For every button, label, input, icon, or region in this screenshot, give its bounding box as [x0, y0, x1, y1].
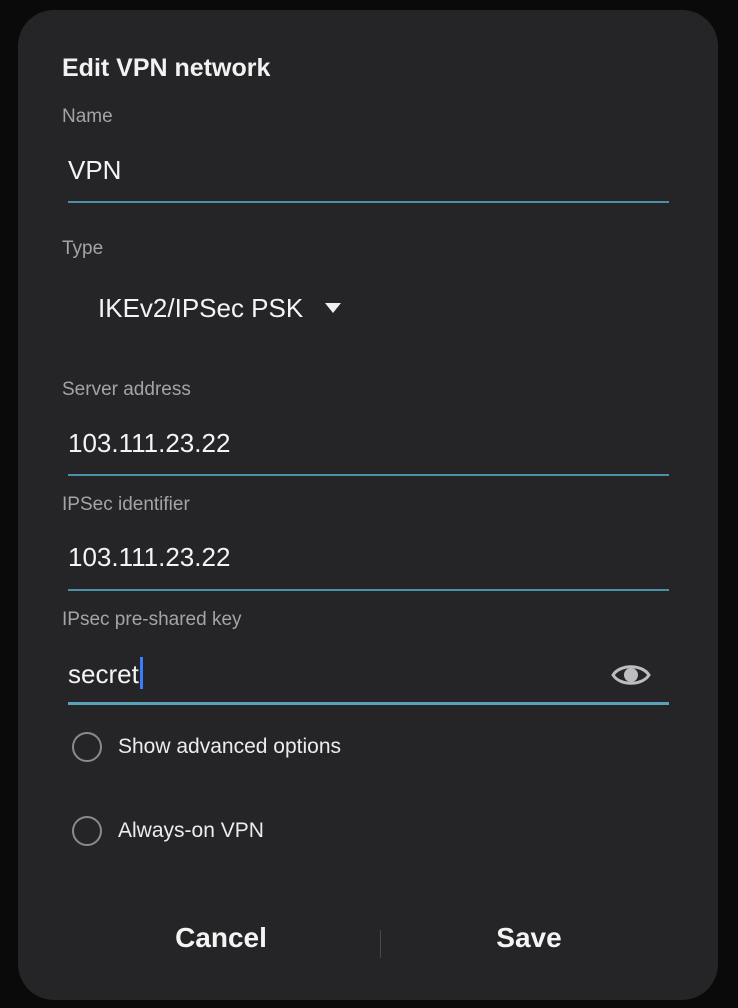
ipsec-identifier-label: IPSec identifier — [62, 494, 190, 515]
ipsec-identifier-underline — [68, 589, 669, 591]
show-advanced-options-checkbox[interactable]: Show advanced options — [72, 732, 341, 762]
name-label: Name — [62, 106, 113, 127]
always-on-vpn-checkbox[interactable]: Always-on VPN — [72, 816, 264, 846]
always-on-vpn-label: Always-on VPN — [118, 819, 264, 842]
ipsec-identifier-input[interactable]: 103.111.23.22 — [68, 542, 230, 573]
name-underline — [68, 201, 669, 203]
server-address-underline — [68, 474, 669, 476]
pre-shared-key-underline — [68, 702, 669, 705]
type-selected-value: IKEv2/IPSec PSK — [98, 292, 304, 323]
type-label: Type — [62, 238, 104, 259]
pre-shared-key-value: secret — [68, 659, 139, 689]
save-button[interactable]: Save — [379, 922, 679, 954]
pre-shared-key-input[interactable]: secret — [68, 657, 143, 690]
checkbox-circle-icon — [72, 816, 102, 846]
caret-down-icon — [325, 303, 342, 313]
checkbox-circle-icon — [72, 732, 102, 762]
server-address-input[interactable]: 103.111.23.22 — [68, 428, 230, 459]
server-address-label: Server address — [62, 379, 191, 400]
cancel-button[interactable]: Cancel — [71, 922, 371, 954]
type-dropdown[interactable]: IKEv2/IPSec PSK — [98, 290, 342, 326]
edit-vpn-dialog: Edit VPN network Name VPN Type IKEv2/IPS… — [18, 10, 718, 1000]
eye-icon[interactable] — [610, 658, 652, 692]
pre-shared-key-label: IPsec pre-shared key — [62, 609, 242, 630]
show-advanced-options-label: Show advanced options — [118, 735, 341, 758]
dialog-title: Edit VPN network — [62, 54, 271, 82]
text-cursor — [139, 657, 143, 689]
name-input[interactable]: VPN — [68, 155, 121, 186]
